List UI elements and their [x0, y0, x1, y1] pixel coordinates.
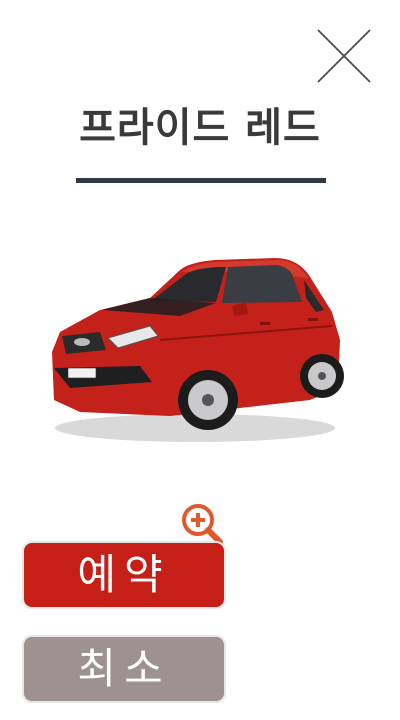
zoom-button[interactable]	[180, 502, 224, 546]
close-icon	[317, 29, 371, 83]
reserve-button[interactable]: 예약	[24, 543, 224, 607]
close-button[interactable]	[314, 28, 372, 84]
zoom-in-icon	[182, 504, 223, 545]
title-underline	[76, 178, 326, 183]
car-image	[40, 240, 350, 450]
cancel-button[interactable]: 최소	[24, 637, 224, 701]
page-title: 프라이드 레드	[79, 105, 321, 151]
